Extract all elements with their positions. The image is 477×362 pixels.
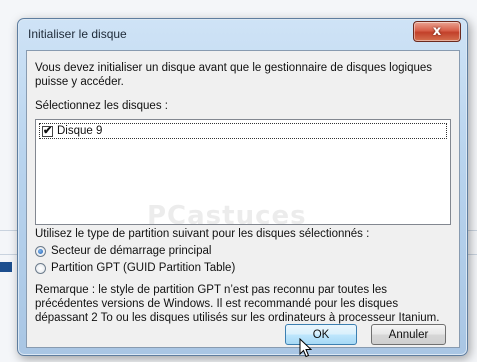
close-button[interactable]: x <box>413 21 461 42</box>
dialog-content: Vous devez initialiser un disque avant q… <box>26 50 460 358</box>
background-disk-bar <box>0 262 12 272</box>
radio-mbr-label: Secteur de démarrage principal <box>51 245 212 257</box>
radio-gpt-row[interactable]: Partition GPT (GUID Partition Table) <box>35 262 235 274</box>
radio-gpt[interactable] <box>35 262 46 274</box>
intro-line-2: puisse y accéder. <box>35 76 124 88</box>
mouse-cursor-icon <box>299 338 312 358</box>
dialog-titlebar[interactable]: Initialiser le disque x <box>18 19 467 47</box>
remark-line-1: Remarque : le style de partition GPT n’e… <box>35 284 388 296</box>
radio-gpt-label: Partition GPT (GUID Partition Table) <box>51 262 236 274</box>
background-divider <box>0 254 18 255</box>
radio-mbr[interactable] <box>35 245 46 257</box>
radio-mbr-row[interactable]: Secteur de démarrage principal <box>35 245 211 257</box>
dialog-title: Initialiser le disque <box>28 27 127 41</box>
select-disks-label: Sélectionnez les disques : <box>35 100 168 112</box>
radio-selected-dot <box>38 248 43 254</box>
disk-checkbox[interactable]: ✔ <box>42 124 53 137</box>
intro-line-1: Vous devez initialiser un disque avant q… <box>35 62 433 74</box>
partition-type-label: Utilisez le type de partition suivant po… <box>35 228 370 240</box>
initialize-disk-dialog: Initialiser le disque x Vous devez initi… <box>17 18 468 358</box>
intro-text: Vous devez initialiser un disque avant q… <box>35 61 432 89</box>
close-icon: x <box>432 24 442 39</box>
remark-line-2: précédentes versions de Windows. Il est … <box>35 298 399 310</box>
ok-button[interactable]: OK <box>285 324 357 345</box>
list-item[interactable]: ✔ Disque 9 <box>39 123 447 139</box>
checkmark-icon: ✔ <box>43 124 53 137</box>
remark-line-3: dépassant 2 To ou les disques utilisés s… <box>35 312 440 324</box>
cancel-button[interactable]: Annuler <box>371 324 446 345</box>
disk-label: Disque 9 <box>57 125 103 137</box>
background-divider <box>0 230 18 231</box>
remark-text: Remarque : le style de partition GPT n’e… <box>35 283 439 325</box>
